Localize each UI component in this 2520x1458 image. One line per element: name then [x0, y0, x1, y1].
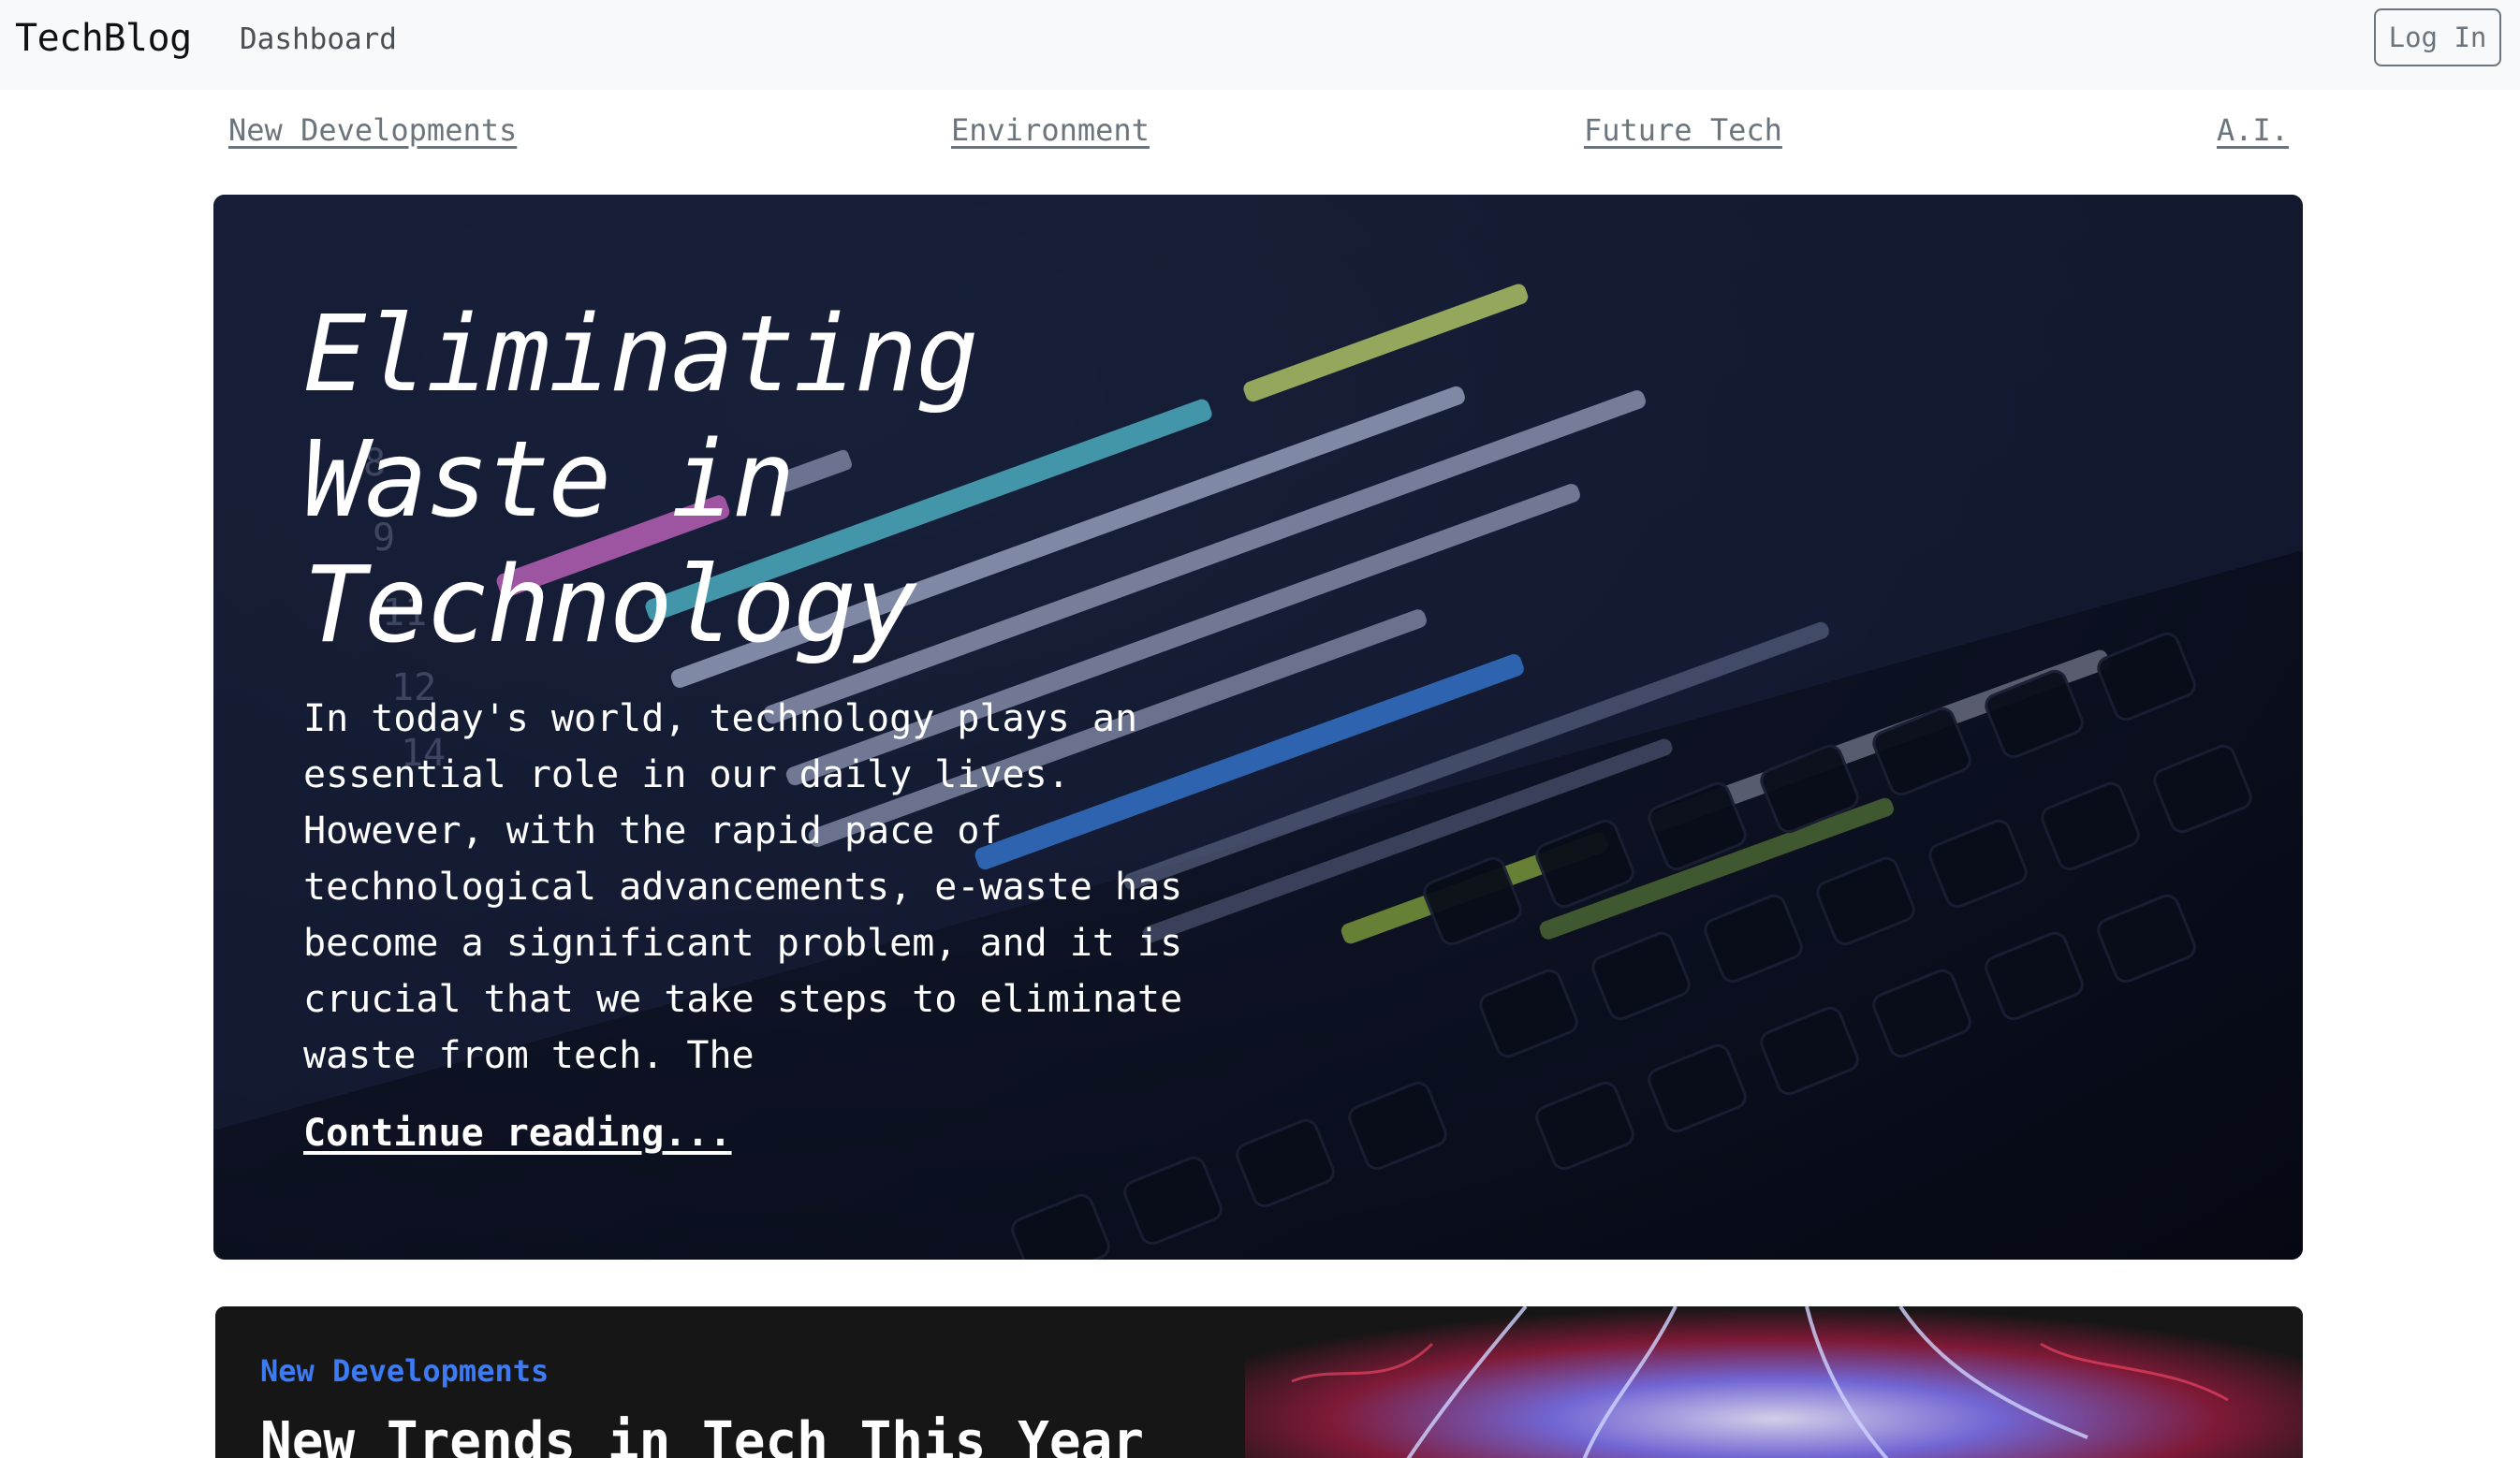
featured-post-title: Eliminating Waste in Technology — [303, 294, 979, 666]
login-button[interactable]: Log In — [2374, 8, 2501, 66]
category-link-ai[interactable]: A.I. — [2217, 112, 2289, 148]
post-card-category[interactable]: New Developments — [260, 1353, 549, 1389]
brand-logo[interactable]: TechBlog — [15, 17, 192, 60]
featured-post-hero: 8 9 11 12 14 Eliminating Waste in Techno… — [213, 195, 2303, 1260]
continue-reading-link[interactable]: Continue reading... — [303, 1112, 732, 1155]
category-link-new-developments[interactable]: New Developments — [228, 112, 517, 148]
category-link-environment[interactable]: Environment — [951, 112, 1150, 148]
post-card-title[interactable]: New Trends in Tech This Year — [260, 1411, 1144, 1458]
top-navbar: TechBlog Dashboard Log In — [0, 0, 2520, 90]
featured-post-excerpt: In today's world, technology plays an es… — [303, 697, 1183, 1077]
nav-dashboard-link[interactable]: Dashboard — [240, 22, 397, 56]
category-link-future-tech[interactable]: Future Tech — [1584, 112, 1782, 148]
category-nav: New Developments Environment Future Tech… — [0, 112, 2520, 159]
post-card[interactable]: New Developments New Trends in Tech This… — [215, 1306, 2303, 1458]
